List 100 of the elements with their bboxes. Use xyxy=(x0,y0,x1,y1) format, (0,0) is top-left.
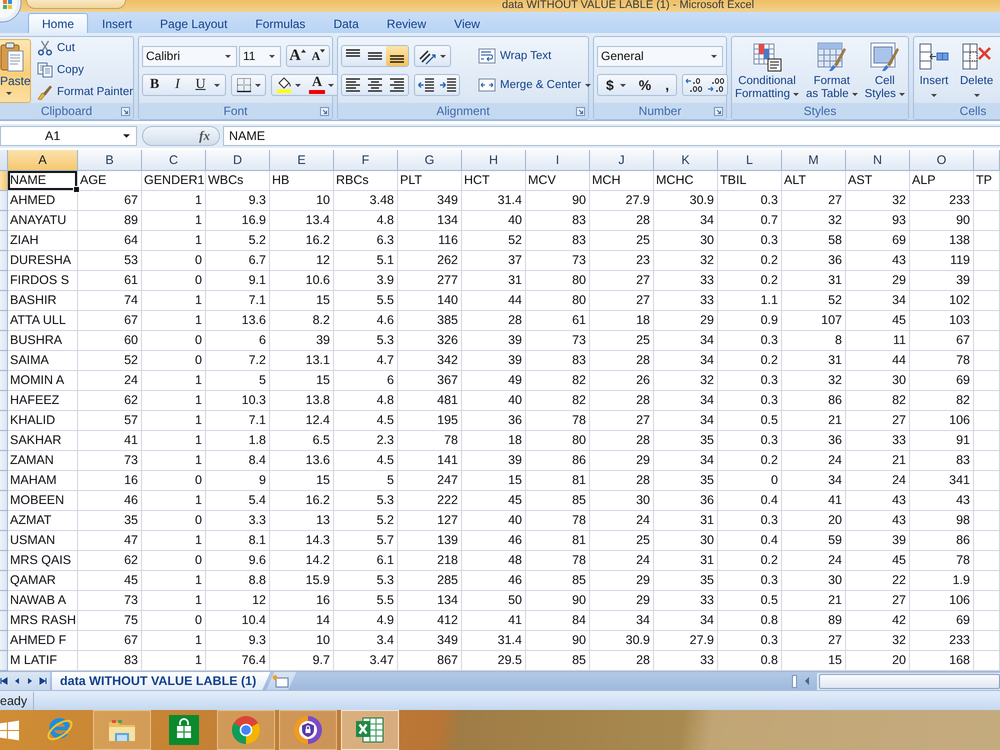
number-format-field[interactable]: General xyxy=(597,46,723,66)
font-size-field[interactable]: 11 xyxy=(239,46,281,66)
row-header[interactable] xyxy=(0,371,8,391)
column-header[interactable]: B xyxy=(78,150,142,171)
formula-field[interactable]: NAME xyxy=(223,126,1000,146)
column-header[interactable]: D xyxy=(206,150,270,171)
dialog-launcher-icon[interactable] xyxy=(576,106,585,116)
last-sheet-icon[interactable] xyxy=(39,677,47,685)
ribbon-tab[interactable]: Insert xyxy=(88,13,146,33)
insert-function-button[interactable]: fx xyxy=(142,126,220,146)
table-cell: 9.1 xyxy=(206,271,270,291)
column-header[interactable]: O xyxy=(910,150,974,171)
row-header[interactable] xyxy=(0,431,8,451)
column-header[interactable]: G xyxy=(398,150,462,171)
ribbon-tab[interactable]: Data xyxy=(319,13,373,33)
row-header[interactable] xyxy=(0,571,8,591)
row-header[interactable] xyxy=(0,291,8,311)
table-cell: 83 xyxy=(526,231,590,251)
styles-button[interactable]: Cell Styles xyxy=(864,42,906,101)
select-all-corner[interactable] xyxy=(0,150,8,171)
ribbon-tab[interactable]: Page Layout xyxy=(146,13,242,33)
row-header[interactable] xyxy=(0,311,8,331)
row-header[interactable] xyxy=(0,451,8,471)
row-header[interactable] xyxy=(0,231,8,251)
column-header[interactable]: A xyxy=(8,150,78,171)
dialog-launcher-icon[interactable] xyxy=(320,106,329,116)
table-cell: 18 xyxy=(462,431,526,451)
font-style-button[interactable]: U xyxy=(189,75,212,95)
taskbar-button[interactable] xyxy=(341,710,399,750)
row-header[interactable] xyxy=(0,491,8,511)
column-header[interactable]: E xyxy=(270,150,334,171)
paste-button[interactable]: Paste xyxy=(0,39,31,103)
row-header[interactable] xyxy=(0,351,8,371)
cells-button[interactable]: Delete xyxy=(957,42,996,97)
font-style-button[interactable]: I xyxy=(166,75,189,95)
dialog-launcher-icon[interactable] xyxy=(121,106,130,116)
vertical-align-button[interactable] xyxy=(386,46,408,66)
table-cell: 41 xyxy=(78,431,142,451)
number-format-button[interactable]: % xyxy=(632,75,658,95)
column-header[interactable]: C xyxy=(142,150,206,171)
scroll-left-icon[interactable] xyxy=(804,677,810,685)
previous-sheet-icon[interactable] xyxy=(13,677,21,685)
name-box[interactable]: A1 xyxy=(0,126,137,146)
ribbon-tab[interactable]: View xyxy=(440,13,494,33)
row-header[interactable] xyxy=(0,271,8,291)
row-header[interactable] xyxy=(0,391,8,411)
align-left-icon xyxy=(346,78,360,92)
row-header[interactable] xyxy=(0,531,8,551)
column-header[interactable] xyxy=(974,150,1000,171)
merge-center-button[interactable]: Merge & Center xyxy=(476,74,594,96)
row-header[interactable] xyxy=(0,631,8,651)
sheet-tab[interactable]: data WITHOUT VALUE LABLE (1) xyxy=(52,672,270,690)
row-header[interactable] xyxy=(0,651,8,671)
windows-logo-icon[interactable] xyxy=(0,720,19,740)
row-header[interactable] xyxy=(0,551,8,571)
number-format-button[interactable]: , xyxy=(658,75,676,95)
taskbar-button[interactable] xyxy=(279,710,337,750)
row-header[interactable] xyxy=(0,251,8,271)
split-handle[interactable] xyxy=(792,674,797,688)
empty-cell xyxy=(974,551,1000,571)
column-header[interactable]: H xyxy=(462,150,526,171)
next-sheet-icon[interactable] xyxy=(26,677,34,685)
caret-icon[interactable] xyxy=(214,84,220,86)
column-header[interactable]: F xyxy=(334,150,398,171)
row-header[interactable] xyxy=(0,191,8,211)
font-style-button[interactable]: B xyxy=(143,75,166,95)
row-header[interactable] xyxy=(0,611,8,631)
row-header[interactable] xyxy=(0,211,8,231)
cells-button[interactable]: Insert xyxy=(916,42,952,97)
column-header[interactable]: M xyxy=(782,150,846,171)
clipboard-command[interactable]: Copy xyxy=(35,59,136,81)
clipboard-command[interactable]: Cut xyxy=(35,37,136,59)
ribbon-tab[interactable]: Home xyxy=(28,13,88,33)
styles-button[interactable]: Conditional Formatting xyxy=(734,42,800,101)
row-header[interactable] xyxy=(0,171,8,191)
dialog-launcher-icon[interactable] xyxy=(714,106,723,116)
font-name-field[interactable]: Calibri xyxy=(142,46,237,66)
first-sheet-icon[interactable] xyxy=(0,677,8,685)
grow-font-button[interactable]: A xyxy=(287,46,308,66)
shrink-font-button[interactable]: A xyxy=(308,46,329,66)
clipboard-command[interactable]: Format Painter xyxy=(35,81,136,103)
wrap-text-button[interactable]: Wrap Text xyxy=(476,45,554,67)
styles-button[interactable]: Format as Table xyxy=(804,42,859,101)
table-cell: 28 xyxy=(462,311,526,331)
number-format-button[interactable]: $ xyxy=(598,75,632,95)
ribbon-tab[interactable]: Formulas xyxy=(241,13,320,33)
row-header[interactable] xyxy=(0,511,8,531)
column-header[interactable]: I xyxy=(526,150,590,171)
ribbon-tab[interactable]: Review xyxy=(372,13,440,33)
row-header[interactable] xyxy=(0,411,8,431)
insert-sheet-button[interactable] xyxy=(266,672,296,690)
fill-handle[interactable] xyxy=(73,186,80,193)
column-header[interactable]: N xyxy=(846,150,910,171)
row-header[interactable] xyxy=(0,471,8,491)
row-header[interactable] xyxy=(0,591,8,611)
column-header[interactable]: L xyxy=(718,150,782,171)
column-header[interactable]: K xyxy=(654,150,718,171)
row-header[interactable] xyxy=(0,331,8,351)
column-header[interactable]: J xyxy=(590,150,654,171)
table-cell: 4.5 xyxy=(334,451,398,471)
